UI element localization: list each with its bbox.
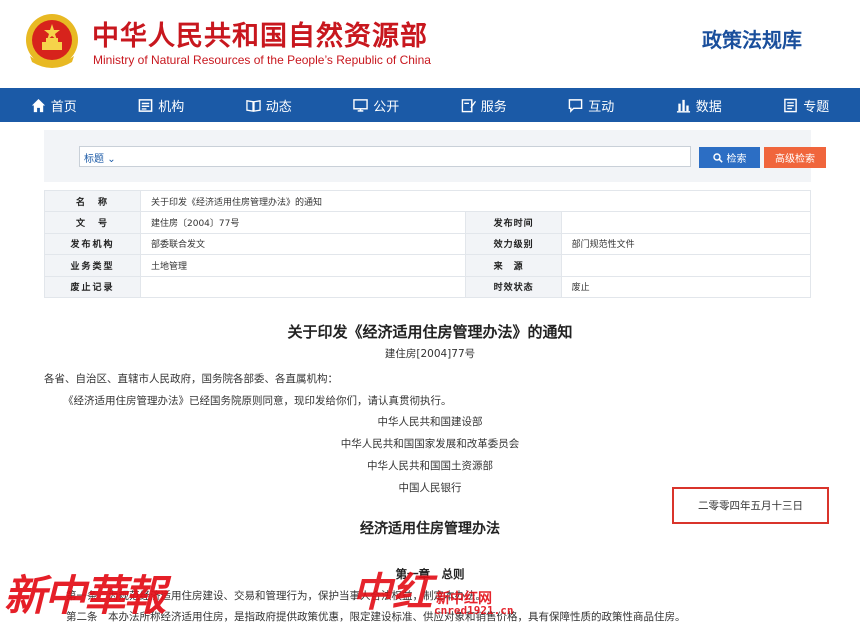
search-bar: 标题 ⌄ 检索 高级检索 [44,130,826,182]
nav-label: 专题 [803,99,830,115]
main-nav: 首页 机构 动态 公开 服务 互动 数据 专题 [0,88,860,122]
nav-label: 公开 [373,99,400,115]
watermark-url: cnred1921.cn [434,604,514,617]
table-row: 发布机构 部委联合发文 效力级别 部门规范性文件 [44,232,812,256]
document-icon [784,98,798,112]
advanced-search-button[interactable]: 高级检索 [764,147,826,168]
site-title-cn: 中华人民共和国自然资源部 [92,21,428,52]
signer-3: 中华人民共和国国土资源部 [367,460,493,472]
monitor-icon [353,98,368,112]
document-number: 建住房[2004]77号 [384,348,476,360]
home-icon [31,98,45,112]
document-date: 二零零四年五月十三日 [698,500,803,512]
search-input[interactable]: 标题 ⌄ [79,146,691,167]
meta-value-source [560,254,812,277]
chevron-down-icon: ⌄ [107,154,116,165]
table-row: 业务类型 土地管理 来 源 [44,254,812,277]
search-button-label: 检索 [726,154,747,165]
table-row: 废止记录 时效状态 废止 [44,275,812,298]
table-row: 文 号 建住房〔2004〕77号 发布时间 [44,211,812,234]
site-title-en: Ministry of Natural Resources of the Peo… [93,53,431,67]
meta-value-biztype: 土地管理 [140,254,466,277]
nav-item-topics[interactable]: 专题 [753,88,860,122]
meta-key: 发布时间 [464,211,562,234]
meta-value-level: 部门规范性文件 [560,232,812,256]
document-metadata-table: 名 称 关于印发《经济适用住房管理办法》的通知 文 号 建住房〔2004〕77号… [44,189,812,298]
signer-2: 中华人民共和国国家发展和改革委员会 [340,438,520,450]
meta-value-name: 关于印发《经济适用住房管理办法》的通知 [140,189,811,213]
nav-item-org[interactable]: 机构 [108,88,216,122]
nav-item-home[interactable]: 首页 [0,88,108,122]
meta-key: 文 号 [44,211,141,234]
signer-1: 中华人民共和国建设部 [377,416,483,428]
document-subtitle: 经济适用住房管理办法 [360,521,500,537]
nav-label: 动态 [265,99,292,115]
search-icon [712,152,723,163]
meta-key: 时效状态 [464,275,562,298]
nav-item-news[interactable]: 动态 [215,88,323,122]
watermark-mid: 中红 [352,569,432,616]
meta-key: 效力级别 [464,232,562,256]
nav-item-data[interactable]: 数据 [645,88,753,122]
bar-chart-icon [676,99,690,113]
meta-value-abolish [140,275,466,298]
document-title: 关于印发《经济适用住房管理办法》的通知 [287,323,573,341]
meta-value-pubtime [560,211,812,234]
salutation: 各省、自治区、直辖市人民政府，国务院各部委、各直属机构： [44,373,338,385]
search-button[interactable]: 检索 [699,147,760,168]
chat-icon [568,98,583,113]
site-header: 中华人民共和国自然资源部 Ministry of Natural Resourc… [0,0,860,88]
table-row: 名 称 关于印发《经济适用住房管理办法》的通知 [44,189,811,213]
meta-key: 名 称 [44,189,141,213]
nav-label: 服务 [480,99,507,115]
national-emblem-icon [26,14,78,68]
meta-key: 来 源 [464,254,562,277]
org-icon [138,98,153,112]
nav-label: 互动 [588,99,615,115]
search-type-select[interactable]: 标题 ⌄ [84,150,116,165]
edit-icon [461,98,476,112]
meta-key: 废止记录 [44,275,141,298]
meta-key: 业务类型 [44,254,141,277]
policy-library-title[interactable]: 政策法规库 [702,24,802,53]
nav-label: 数据 [695,99,722,115]
nav-label: 首页 [50,99,77,115]
nav-label: 机构 [158,99,185,115]
nav-item-interact[interactable]: 互动 [538,88,646,122]
meta-value-issuer: 部委联合发文 [140,232,466,256]
body-paragraph: 《经济适用住房管理办法》已经国务院原则同意，现印发给你们，请认真贯彻执行。 [63,395,452,407]
meta-value-status: 废止 [560,275,812,298]
nav-item-public[interactable]: 公开 [323,88,431,122]
meta-value-docno: 建住房〔2004〕77号 [140,211,466,234]
nav-item-service[interactable]: 服务 [430,88,538,122]
search-type-label: 标题 [84,154,104,165]
watermark-left: 新中華報 [4,571,166,620]
book-icon [246,99,261,112]
meta-key: 发布机构 [44,232,141,256]
